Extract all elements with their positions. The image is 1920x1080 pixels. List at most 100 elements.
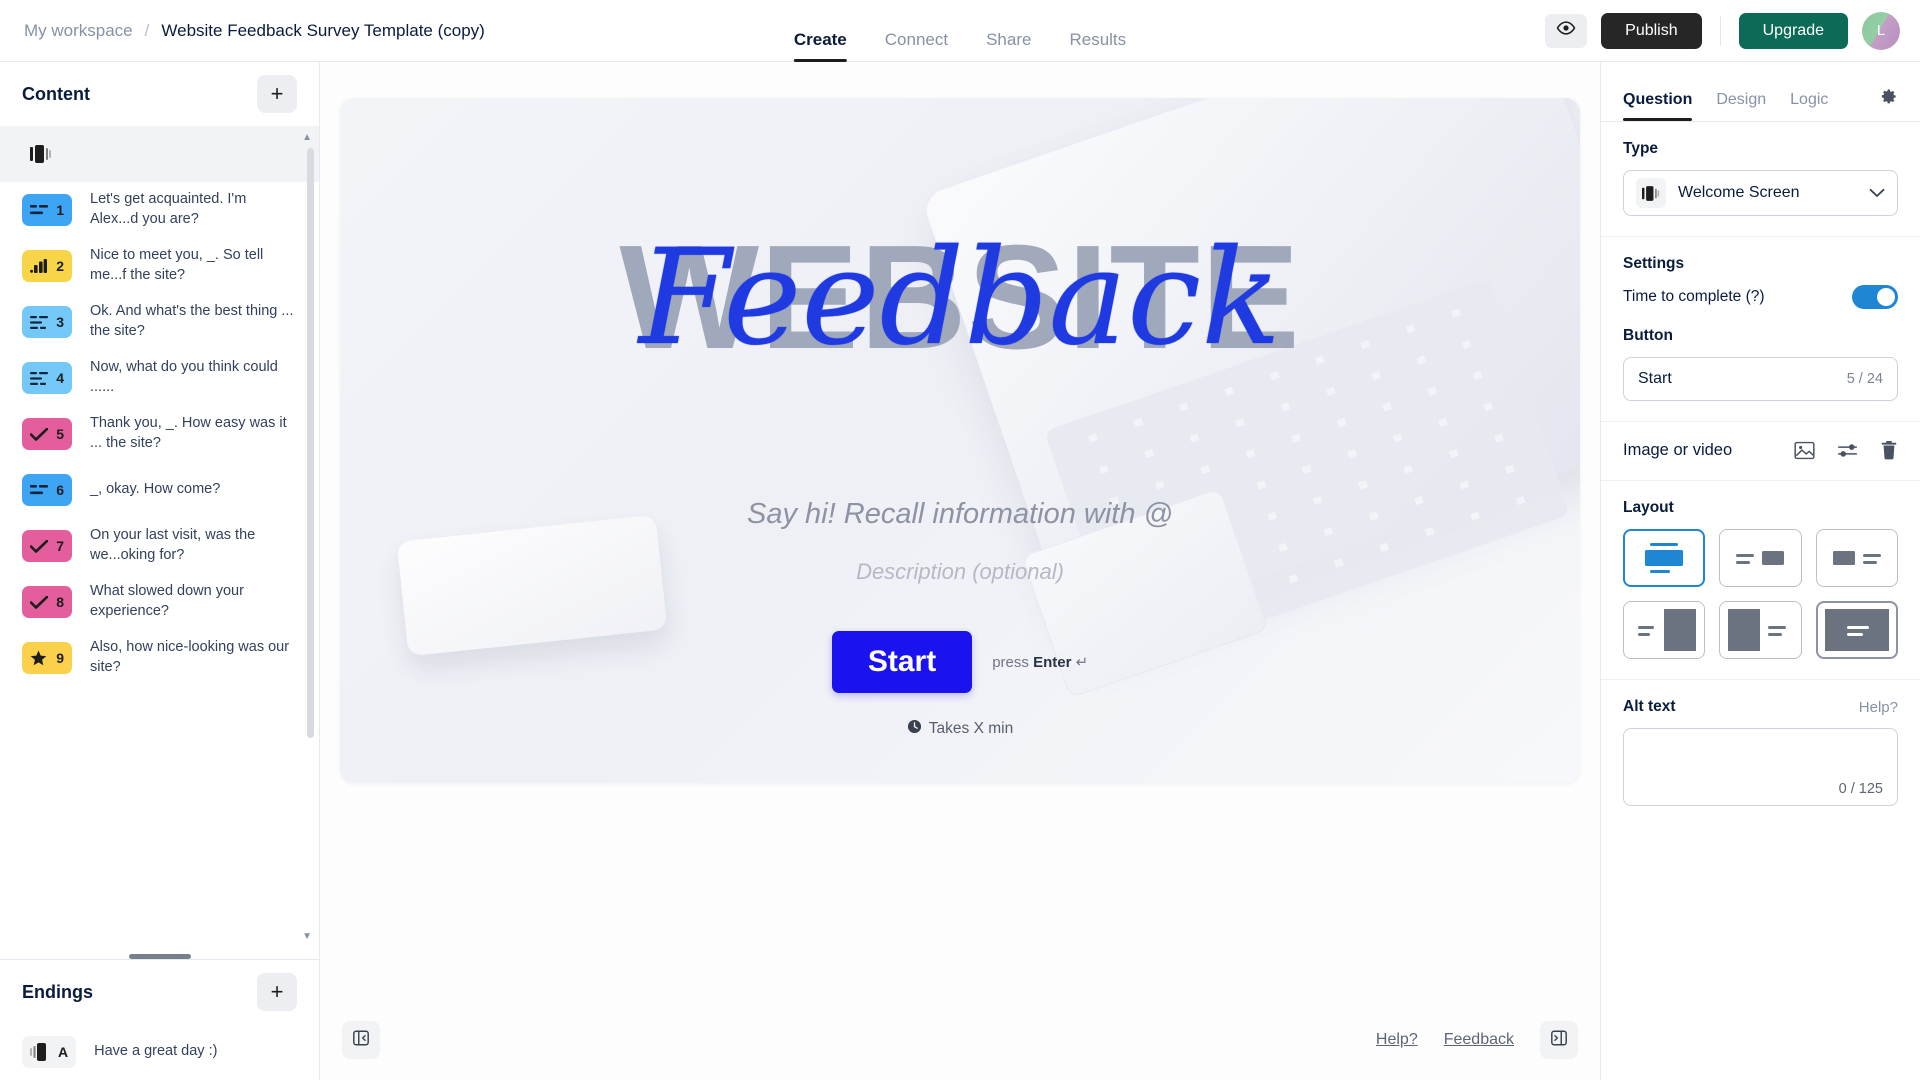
question-type-select[interactable]: Welcome Screen (1623, 170, 1898, 216)
sidebar-resize-handle[interactable] (0, 946, 319, 959)
press-enter-hint: press Enter ↵ (992, 653, 1088, 671)
time-to-complete-hint: Takes X min (907, 719, 1013, 739)
image-or-video-row: Image or video (1623, 440, 1898, 460)
breadcrumb-form-title[interactable]: Website Feedback Survey Template (copy) (161, 21, 484, 41)
list-item-label: Now, what do you think could ...... (90, 359, 278, 395)
breadcrumb-workspace[interactable]: My workspace (24, 21, 133, 41)
alt-text-char-count: 0 / 125 (1838, 781, 1883, 797)
add-content-button[interactable]: + (257, 75, 297, 113)
help-link[interactable]: Help? (1376, 1031, 1418, 1049)
long-text-icon: 3 (22, 306, 72, 338)
avatar[interactable]: L (1862, 11, 1900, 50)
list-item-number: 5 (56, 426, 64, 442)
content-list[interactable]: ▲ ▼ 1 Let's get acquainted. I'm Alex...d… (0, 126, 319, 946)
ending-letter: A (58, 1044, 69, 1060)
tab-connect[interactable]: Connect (885, 31, 948, 62)
tab-share[interactable]: Share (986, 31, 1031, 62)
gear-icon (1879, 89, 1898, 110)
clock-icon (907, 719, 922, 739)
list-item[interactable]: A Have a great day :) (0, 1024, 319, 1080)
toolbar-divider (1719, 15, 1721, 46)
list-item[interactable]: 1 Let's get acquainted. I'm Alex...d you… (0, 182, 319, 238)
multiple-choice-icon: 8 (22, 586, 72, 618)
panel-collapse-left-icon (352, 1029, 370, 1052)
preview-button[interactable] (1545, 13, 1588, 48)
list-item-number: 7 (56, 538, 64, 554)
press-enter-prefix: press (992, 654, 1034, 671)
layout-text-left-image-right-small[interactable] (1719, 529, 1802, 587)
tab-logic[interactable]: Logic (1790, 91, 1828, 121)
tab-design[interactable]: Design (1716, 91, 1766, 121)
tab-results[interactable]: Results (1069, 31, 1126, 62)
question-type-value: Welcome Screen (1678, 184, 1800, 201)
layout-image-left-small-text-right[interactable] (1815, 529, 1898, 587)
settings-gear-button[interactable] (1879, 87, 1898, 121)
content-scrollbar[interactable] (307, 148, 314, 738)
footer-links: Help? Feedback (1376, 1021, 1578, 1059)
upgrade-button[interactable]: Upgrade (1738, 12, 1848, 49)
plus-icon: + (270, 81, 284, 106)
collapse-left-panel-button[interactable] (342, 1021, 380, 1059)
list-item[interactable]: 6 _, okay. How come? (0, 462, 319, 518)
time-to-complete-toggle[interactable] (1852, 285, 1898, 309)
rating-icon: 9 (22, 642, 72, 674)
tab-question[interactable]: Question (1623, 91, 1693, 121)
list-item-label: Thank you, _. How easy was it ... the si… (90, 415, 287, 451)
layout-text-left-image-right-full[interactable] (1623, 601, 1706, 659)
collapse-right-panel-button[interactable] (1540, 1021, 1578, 1059)
layout-image-left-full-text-right[interactable] (1719, 601, 1802, 659)
alt-text-section: Alt text Help? 0 / 125 (1601, 680, 1920, 826)
start-button[interactable]: Start (831, 631, 973, 693)
scroll-up-icon[interactable]: ▲ (302, 132, 312, 143)
list-item[interactable]: 7 On your last visit, was the we...oking… (0, 518, 319, 574)
toggle-knob (1877, 288, 1895, 306)
endings-panel-header: Endings + (0, 960, 319, 1024)
list-item[interactable] (0, 126, 319, 182)
multiple-choice-icon: 5 (22, 418, 72, 450)
time-to-complete-label: Time to complete (?) (1623, 288, 1765, 305)
layout-image-background[interactable] (1815, 601, 1898, 659)
list-item[interactable]: 5 Thank you, _. How easy was it ... the … (0, 406, 319, 462)
list-item-label: What slowed down your experience? (90, 583, 244, 619)
alt-text-input[interactable]: 0 / 125 (1623, 728, 1898, 806)
chevron-down-icon (1869, 185, 1885, 201)
image-icon[interactable] (1794, 441, 1815, 460)
description-placeholder[interactable]: Description (optional) (856, 559, 1064, 585)
type-section: Type Welcome Screen (1601, 122, 1920, 237)
tab-create[interactable]: Create (793, 31, 847, 62)
button-label: Button (1623, 327, 1673, 344)
breadcrumb: My workspace / Website Feedback Survey T… (0, 21, 485, 41)
takes-label: Takes X min (928, 720, 1014, 737)
list-item[interactable]: 4 Now, what do you think could ...... (0, 350, 319, 406)
welcome-screen-icon (22, 138, 72, 170)
feedback-link[interactable]: Feedback (1444, 1031, 1514, 1049)
canvas-area: WEBSITE Feedback Say hi! Recall informat… (320, 62, 1600, 1080)
welcome-screen-icon (1636, 178, 1666, 208)
list-item[interactable]: 2 Nice to meet you, _. So tell me...f th… (0, 238, 319, 294)
list-item-label: Ok. And what's the best thing ... the si… (90, 303, 294, 339)
list-item-number: 1 (56, 202, 64, 218)
alt-text-help-link[interactable]: Help? (1859, 699, 1898, 716)
list-item[interactable]: 8 What slowed down your experience? (0, 574, 319, 630)
add-ending-button[interactable]: + (257, 973, 297, 1011)
right-panel: Question Design Logic Type Welcome Scree… (1600, 62, 1920, 1080)
adjust-icon[interactable] (1837, 442, 1858, 459)
content-title: Content (22, 83, 90, 104)
publish-button[interactable]: Publish (1601, 12, 1702, 49)
panel-collapse-right-icon (1550, 1029, 1568, 1052)
welcome-screen-preview[interactable]: WEBSITE Feedback Say hi! Recall informat… (340, 98, 1580, 783)
layout-stacked-center[interactable] (1623, 529, 1706, 587)
list-item-label: Also, how nice-looking was our site? (90, 639, 290, 675)
list-item[interactable]: 3 Ok. And what's the best thing ... the … (0, 294, 319, 350)
scroll-down-icon[interactable]: ▼ (302, 931, 312, 942)
list-item[interactable]: 9 Also, how nice-looking was our site? (0, 630, 319, 686)
endings-title: Endings (22, 981, 93, 1002)
list-item-label: _, okay. How come? (90, 481, 221, 498)
main-nav-tabs: Create Connect Share Results (793, 0, 1126, 62)
button-text-input[interactable]: Start 5 / 24 (1623, 357, 1898, 401)
preview-content: Say hi! Recall information with @ Descri… (340, 498, 1580, 739)
list-item-number: 4 (56, 370, 64, 386)
list-item-number: 2 (56, 258, 64, 274)
title-placeholder[interactable]: Say hi! Recall information with @ (747, 498, 1173, 531)
trash-icon[interactable] (1880, 440, 1898, 460)
